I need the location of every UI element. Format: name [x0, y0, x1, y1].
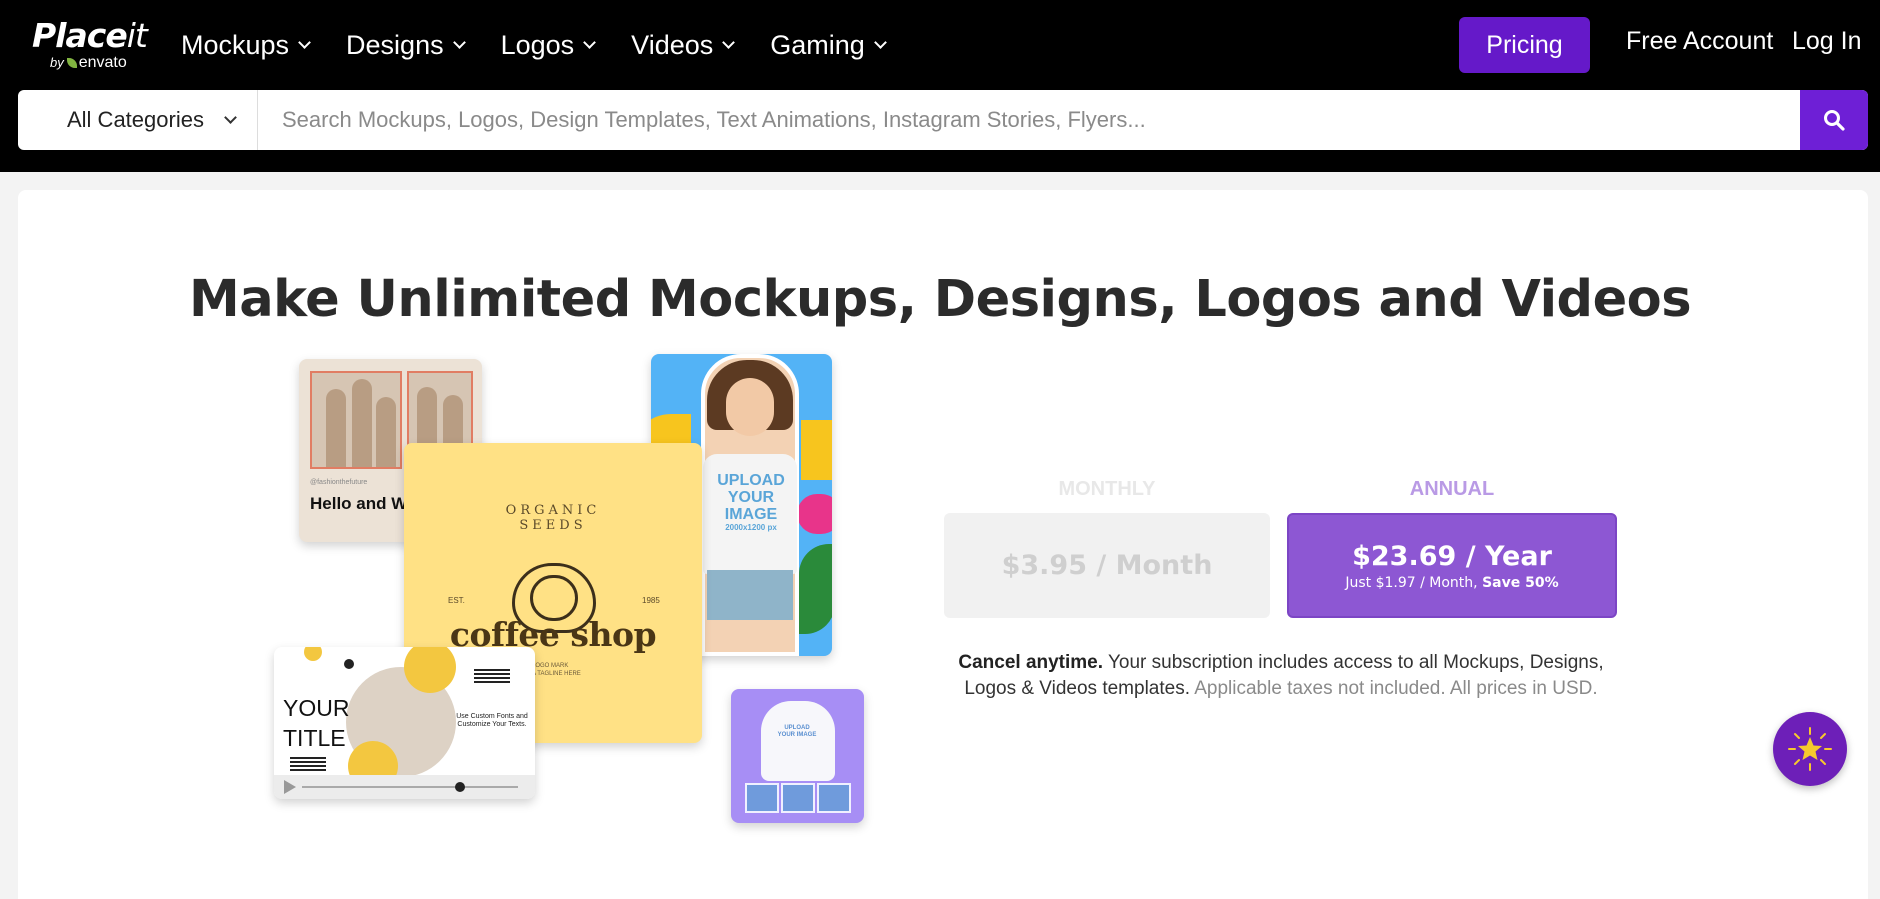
monthly-price: $3.95 / Month	[1001, 550, 1213, 581]
nav-designs[interactable]: Designs	[346, 26, 466, 64]
sparkle-star-icon	[1788, 727, 1832, 771]
post-handle: @fashionthefuture	[310, 479, 368, 486]
annual-price-note: Just $1.97 / Month, Save 50%	[1345, 574, 1559, 591]
monthly-plan-label: MONTHLY	[1058, 478, 1156, 500]
chevron-down-icon	[298, 35, 311, 49]
nav-videos[interactable]: Videos	[631, 26, 736, 64]
hoodie-shape	[761, 701, 835, 781]
pricing-disclaimer: Cancel anytime. Your subscription includ…	[958, 652, 1604, 699]
play-icon	[284, 780, 296, 794]
annual-plan-option[interactable]: $23.69 / Year Just $1.97 / Month, Save 5…	[1287, 513, 1617, 618]
search-input[interactable]	[259, 90, 1817, 150]
chevron-down-icon	[873, 35, 887, 49]
chevron-down-icon	[722, 35, 736, 49]
video-caption: Use Custom Fonts and Customize Your Text…	[456, 713, 528, 728]
free-account-link[interactable]: Free Account	[1626, 27, 1773, 56]
monthly-plan-option[interactable]: $3.95 / Month	[944, 513, 1270, 618]
envato-leaf-icon	[66, 58, 77, 68]
nav-mockups[interactable]: Mockups	[181, 26, 311, 64]
annual-price: $23.69 / Year	[1352, 540, 1552, 572]
shirt-placeholder-text: UPLOAD YOUR IMAGE 2000x1200 px	[717, 472, 785, 532]
chevron-down-icon	[452, 35, 466, 49]
logo-arc-text: ORGANIC SEEDS	[505, 503, 601, 533]
nav-gaming[interactable]: Gaming	[770, 26, 887, 64]
placeit-logo[interactable]: Placeit by envato	[32, 16, 148, 71]
chevron-down-icon	[583, 35, 597, 49]
category-select[interactable]: All Categories	[18, 90, 258, 150]
fashion-photo	[310, 371, 402, 469]
top-header: Placeit by envato Mockups Designs Logos V…	[0, 0, 1880, 172]
logo-tagline: LOGO MARK A TAGLINE HERE	[532, 663, 581, 677]
video-title-text: YOUR TITLE	[283, 695, 350, 751]
pricing-button[interactable]: Pricing	[1459, 17, 1590, 73]
nav-logos[interactable]: Logos	[501, 26, 597, 64]
search-icon	[1824, 110, 1845, 131]
login-link[interactable]: Log In	[1792, 27, 1862, 56]
annual-plan-label: ANNUAL	[1409, 478, 1495, 500]
search-bar: All Categories	[18, 90, 1868, 150]
logo-byline: by envato	[50, 54, 127, 71]
hoodie-mockup-thumbnail: UPLOAD YOUR IMAGE	[731, 689, 864, 823]
category-select-value: All Categories	[67, 107, 204, 132]
logo-wordmark: Placeit	[32, 16, 148, 55]
chevron-down-icon	[224, 111, 237, 124]
ai-assistant-button[interactable]	[1773, 712, 1847, 786]
page-title: Make Unlimited Mockups, Designs, Logos a…	[188, 270, 1692, 329]
search-button[interactable]	[1800, 90, 1868, 150]
main-nav: Mockups Designs Logos Videos Gaming	[181, 26, 922, 64]
video-template-thumbnail: YOUR TITLE Use Custom Fonts and Customiz…	[274, 647, 535, 799]
